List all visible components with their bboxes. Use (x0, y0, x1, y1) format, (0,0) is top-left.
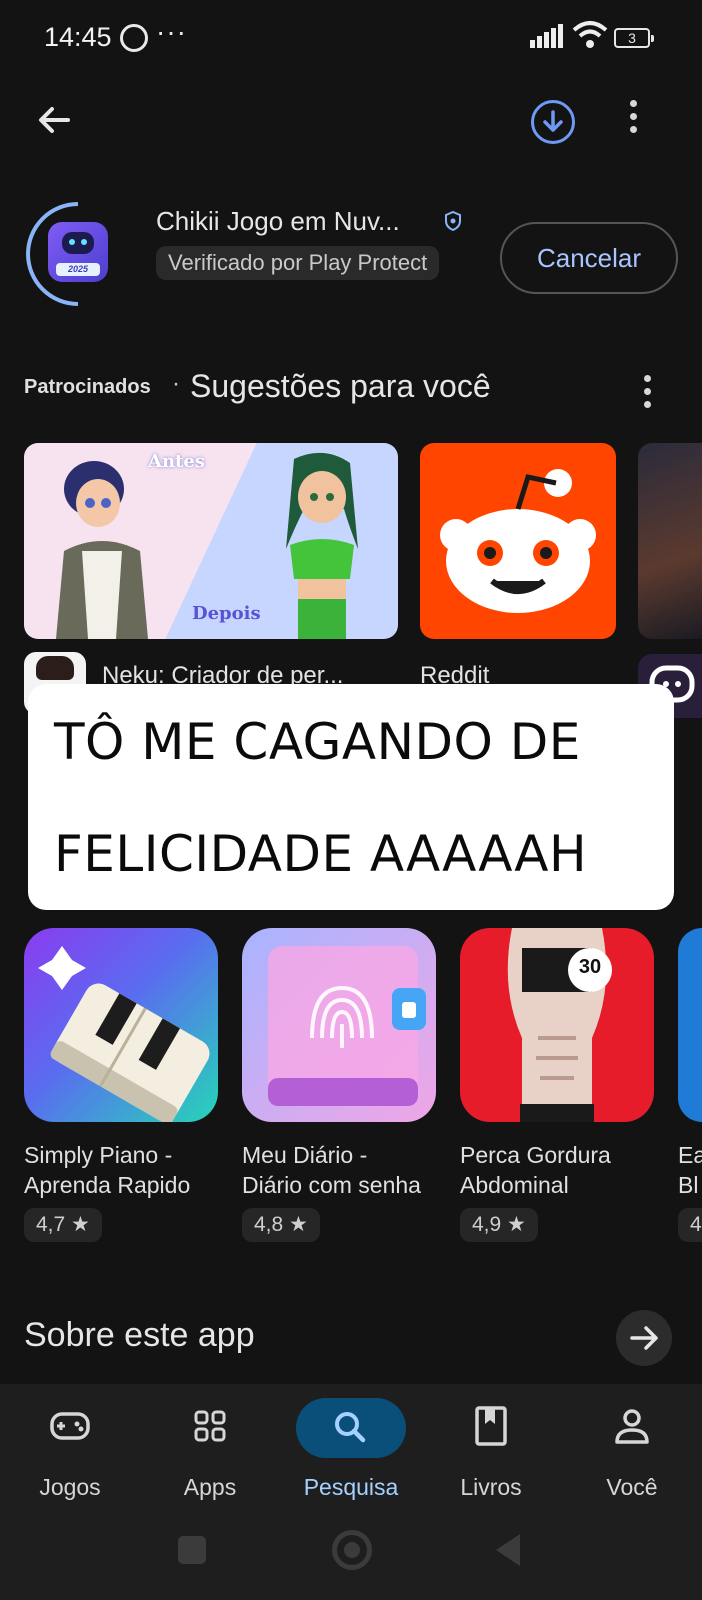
gamepad-icon (50, 1412, 90, 1440)
app-title[interactable]: Ea Bl (678, 1140, 702, 1200)
arrow-right-icon (630, 1326, 658, 1350)
nav-item-voce[interactable]: Você (562, 1398, 702, 1501)
installing-app-icon: 2025 (48, 222, 108, 282)
nav-item-apps[interactable]: Apps (140, 1398, 280, 1501)
reddit-banner[interactable] (420, 443, 616, 639)
character-before-image (56, 461, 148, 639)
caption-overlay: TÔ ME CAGANDO DE FELICIDADE AAAAAH (28, 684, 674, 910)
simply-piano-icon[interactable] (24, 928, 218, 1122)
caption-line-2: FELICIDADE AAAAAH (54, 825, 588, 883)
wifi-icon (572, 21, 608, 48)
play-protect-badge: Verificado por Play Protect (156, 246, 440, 280)
more-notifications-icon: ··· (156, 16, 187, 47)
section-more-icon[interactable] (644, 375, 652, 413)
fourth-app-icon-partial[interactable] (678, 928, 702, 1122)
sponsored-label: Patrocinados (24, 376, 151, 398)
nav-label: Apps (183, 1474, 237, 1500)
back-arrow-icon[interactable] (34, 100, 74, 140)
app-rating: 4 (678, 1208, 702, 1242)
book-icon (475, 1406, 507, 1446)
app-rating: 4,7 ★ (24, 1208, 102, 1242)
nav-item-jogos[interactable]: Jogos (0, 1398, 140, 1501)
section-title: Sugestões para você (190, 368, 491, 404)
reddit-logo-icon (440, 469, 596, 613)
battery-icon: 3 (614, 28, 654, 48)
nav-label: Livros (460, 1474, 522, 1500)
character-after-image (286, 452, 358, 639)
cancel-button[interactable]: Cancelar (500, 222, 678, 294)
neku-banner[interactable]: Antes Depois (24, 443, 398, 639)
perca-gordura-icon[interactable]: 30 (460, 928, 654, 1122)
status-time: 14:45 (44, 22, 112, 52)
person-icon (615, 1409, 649, 1444)
meu-diario-icon[interactable] (242, 928, 436, 1122)
back-system-icon[interactable] (494, 1532, 522, 1568)
section-separator: · (172, 370, 180, 397)
download-status-icon[interactable] (531, 100, 575, 144)
app-title[interactable]: Meu Diário - Diário com senha (242, 1140, 421, 1200)
before-label: Antes (148, 451, 205, 472)
after-label: Depois (192, 603, 261, 624)
nav-label: Jogos (39, 1474, 101, 1500)
recent-apps-button[interactable] (178, 1536, 206, 1564)
nav-label: Você (606, 1474, 658, 1500)
home-button[interactable] (332, 1530, 372, 1570)
search-icon (335, 1412, 366, 1443)
installing-app-name[interactable]: Chikii Jogo em Nuv... (156, 206, 400, 237)
app-title[interactable]: Simply Piano - Aprenda Rapido (24, 1140, 190, 1200)
whatsapp-notification-icon (120, 24, 148, 52)
app-title[interactable]: Perca Gordura Abdominal (460, 1140, 611, 1200)
about-section-title[interactable]: Sobre este app (24, 1316, 255, 1355)
play-protect-shield-icon (445, 211, 461, 231)
nav-item-pesquisa[interactable]: Pesquisa (281, 1398, 421, 1501)
about-arrow-button[interactable] (616, 1310, 672, 1366)
nav-item-livros[interactable]: Livros (421, 1398, 561, 1501)
app-icon-year: 2025 (56, 263, 100, 276)
caption-line-1: TÔ ME CAGANDO DE (54, 713, 581, 771)
third-banner-partial[interactable] (638, 443, 702, 639)
app-rating: 4,8 ★ (242, 1208, 320, 1242)
app-rating: 4,9 ★ (460, 1208, 538, 1242)
signal-icon (530, 24, 563, 48)
apps-grid-icon (194, 1410, 226, 1442)
days-badge: 30 (578, 956, 602, 978)
nav-label: Pesquisa (303, 1474, 399, 1500)
more-options-icon[interactable] (630, 100, 638, 138)
